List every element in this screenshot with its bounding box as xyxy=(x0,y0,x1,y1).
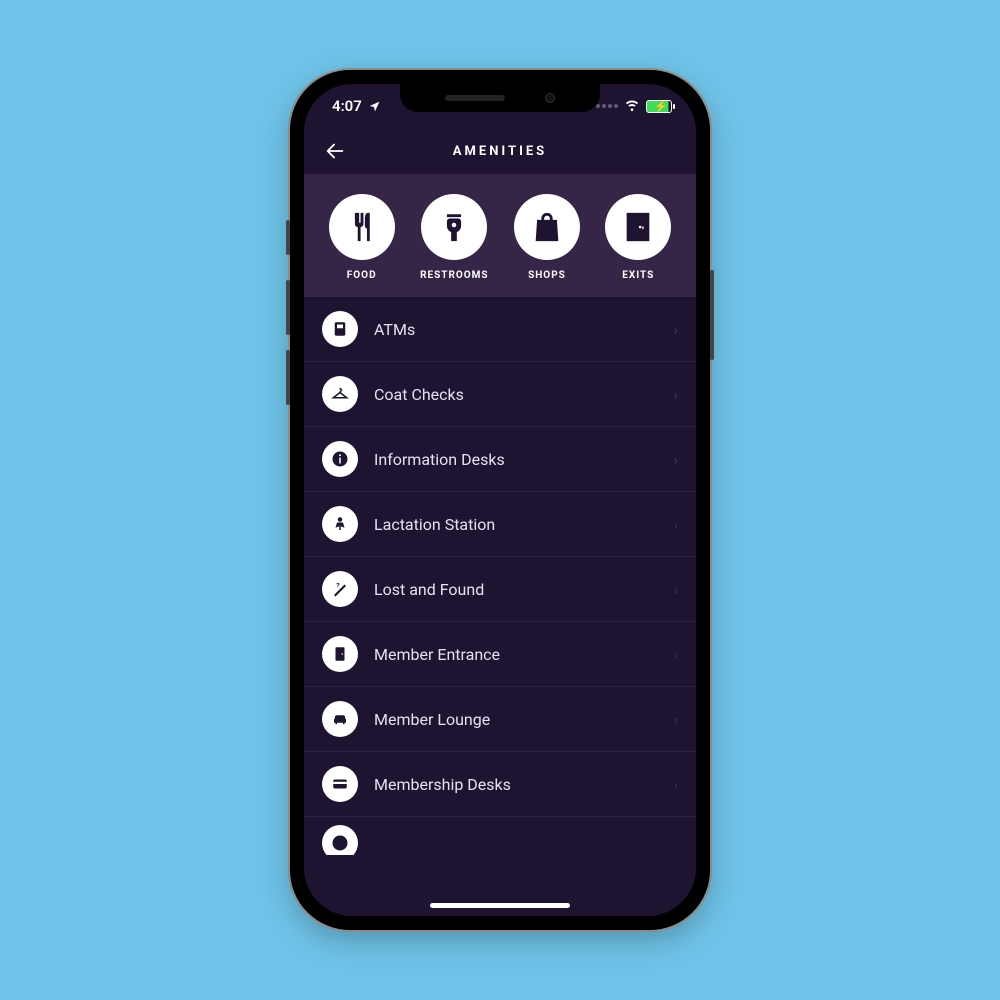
lactation-icon xyxy=(322,506,358,542)
hanger-icon xyxy=(322,376,358,412)
amenity-list: ATMs › Coat Checks › Information Desks › xyxy=(304,297,696,855)
mute-switch xyxy=(286,220,290,255)
chevron-right-icon: › xyxy=(673,710,678,729)
list-item-label: Coat Checks xyxy=(374,385,657,404)
category-shops[interactable]: SHOPS xyxy=(514,194,580,281)
list-item-coat-checks[interactable]: Coat Checks › xyxy=(304,362,696,427)
chevron-right-icon: › xyxy=(673,450,678,469)
category-label: FOOD xyxy=(347,270,377,281)
lounge-icon xyxy=(322,701,358,737)
category-bar: FOOD RESTROOMS SHOPS EXITS xyxy=(304,174,696,297)
status-left: 4:07 xyxy=(332,97,381,115)
category-exits[interactable]: EXITS xyxy=(605,194,671,281)
category-label: RESTROOMS xyxy=(420,270,489,281)
power-button xyxy=(710,270,714,360)
list-item-label: Information Desks xyxy=(374,450,657,469)
chevron-right-icon: › xyxy=(673,645,678,664)
category-food[interactable]: FOOD xyxy=(329,194,395,281)
chevron-right-icon: › xyxy=(673,385,678,404)
phone-frame: 4:07 ⚡ AMENITIES F xyxy=(290,70,710,930)
list-item-member-lounge[interactable]: Member Lounge › xyxy=(304,687,696,752)
list-item-lost-and-found[interactable]: ? Lost and Found › xyxy=(304,557,696,622)
list-item-label: Lost and Found xyxy=(374,580,657,599)
svg-text:?: ? xyxy=(336,582,340,590)
list-item-label: Lactation Station xyxy=(374,515,657,534)
volume-down-button xyxy=(286,350,290,405)
signal-dots-icon xyxy=(596,104,618,108)
chevron-right-icon: › xyxy=(673,580,678,599)
list-item-label: Member Entrance xyxy=(374,645,657,664)
volume-up-button xyxy=(286,280,290,335)
category-restrooms[interactable]: RESTROOMS xyxy=(420,194,489,281)
wifi-icon xyxy=(624,96,640,116)
category-label: EXITS xyxy=(622,270,654,281)
list-item-next[interactable] xyxy=(304,817,696,855)
info-icon xyxy=(322,441,358,477)
chevron-right-icon: › xyxy=(673,320,678,339)
screen: 4:07 ⚡ AMENITIES F xyxy=(304,84,696,916)
speaker-grille xyxy=(445,95,505,101)
back-button[interactable] xyxy=(320,136,350,166)
home-indicator[interactable] xyxy=(430,903,570,908)
battery-charging-icon: ⚡ xyxy=(646,100,672,113)
generic-icon xyxy=(322,825,358,855)
list-item-label: Member Lounge xyxy=(374,710,657,729)
atm-icon xyxy=(322,311,358,347)
category-label: SHOPS xyxy=(528,270,566,281)
shop-icon xyxy=(514,194,580,260)
list-item-atms[interactable]: ATMs › xyxy=(304,297,696,362)
restroom-icon xyxy=(421,194,487,260)
status-time: 4:07 xyxy=(332,97,362,115)
list-item-label: ATMs xyxy=(374,320,657,339)
card-icon xyxy=(322,766,358,802)
list-item-information-desks[interactable]: Information Desks › xyxy=(304,427,696,492)
list-item-lactation-station[interactable]: Lactation Station › xyxy=(304,492,696,557)
list-item-label: Membership Desks xyxy=(374,775,657,794)
lost-and-found-icon: ? xyxy=(322,571,358,607)
front-camera xyxy=(545,93,555,103)
chevron-right-icon: › xyxy=(673,775,678,794)
list-item-membership-desks[interactable]: Membership Desks › xyxy=(304,752,696,817)
door-icon xyxy=(322,636,358,672)
exit-icon xyxy=(605,194,671,260)
location-arrow-icon xyxy=(368,100,381,113)
status-right: ⚡ xyxy=(596,96,672,116)
list-item-member-entrance[interactable]: Member Entrance › xyxy=(304,622,696,687)
notch xyxy=(400,84,600,112)
chevron-right-icon: › xyxy=(673,515,678,534)
arrow-left-icon xyxy=(324,140,346,162)
page-title: AMENITIES xyxy=(453,144,547,159)
nav-header: AMENITIES xyxy=(304,128,696,174)
food-icon xyxy=(329,194,395,260)
